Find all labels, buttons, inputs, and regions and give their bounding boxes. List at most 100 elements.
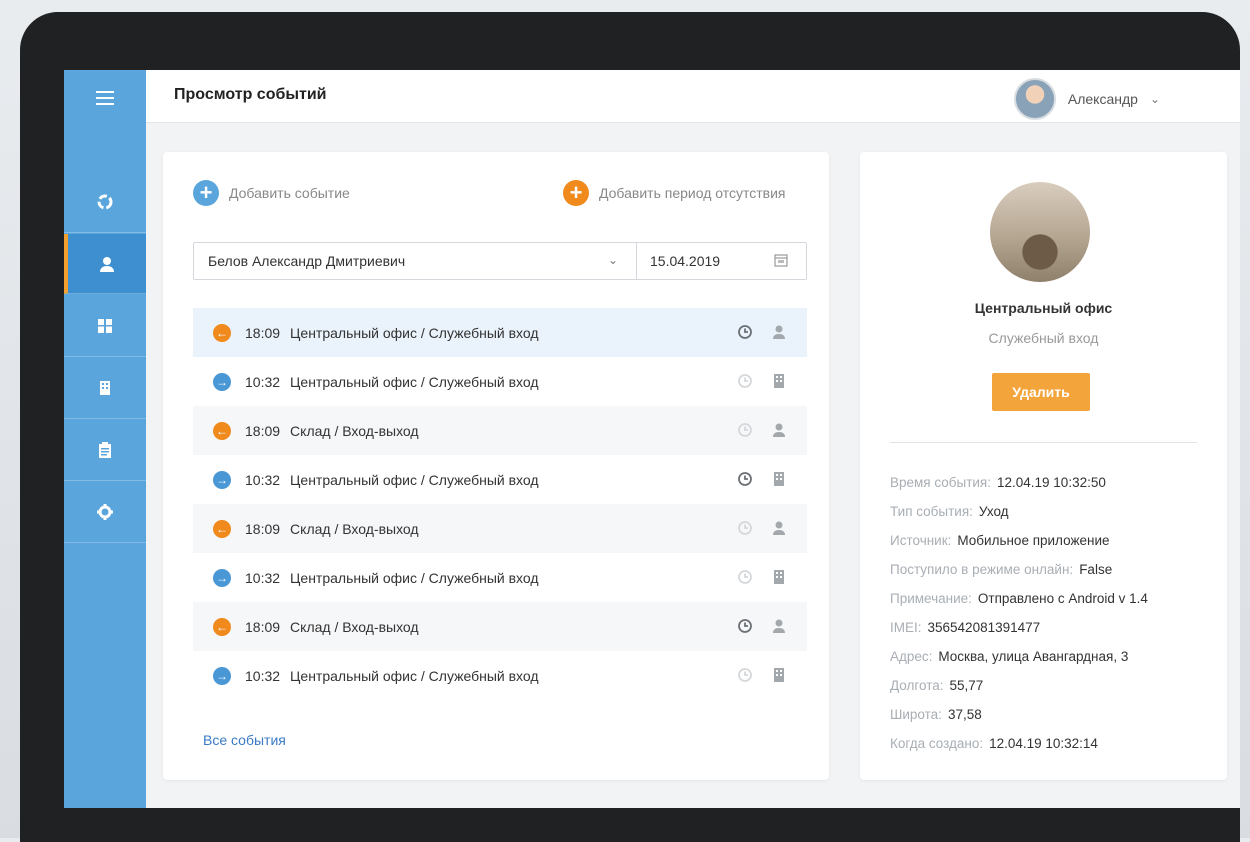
detail-value: Мобильное приложение [957, 533, 1110, 548]
date-picker[interactable]: 15.04.2019 [637, 243, 806, 279]
detail-key: Время события: [890, 475, 991, 490]
event-row[interactable]: ← 18:09 Склад / Вход-выход [193, 602, 807, 651]
chevron-down-icon: ⌄ [1149, 92, 1160, 106]
event-place: Центральный офис / Служебный вход [290, 569, 539, 586]
event-time: 18:09 [245, 618, 281, 635]
hamburger-icon [96, 91, 114, 105]
sidebar-item-users[interactable] [64, 234, 146, 294]
user-menu[interactable]: Александр ⌄ [1013, 78, 1160, 120]
detail-row: Широта: 37,58 [890, 700, 1148, 729]
arrow-right-icon: → [213, 372, 231, 391]
detail-row: Время события: 12.04.19 10:32:50 [890, 468, 1148, 497]
detail-row: Примечание: Отправлено с Android v 1.4 [890, 584, 1148, 613]
detail-value: 12.04.19 10:32:14 [989, 736, 1098, 751]
clock-icon [738, 472, 752, 486]
refresh-icon [97, 194, 113, 210]
user-name: Александр [1067, 91, 1138, 107]
clock-icon [738, 325, 752, 339]
event-row[interactable]: → 10:32 Центральный офис / Служебный вход [193, 553, 807, 602]
event-time: 18:09 [245, 422, 281, 439]
event-row[interactable]: ← 18:09 Центральный офис / Служебный вход [193, 308, 807, 357]
event-row[interactable]: → 10:32 Центральный офис / Служебный вход [193, 651, 807, 700]
arrow-left-icon: ← [213, 617, 231, 636]
detail-key: Источник: [890, 533, 952, 548]
event-place: Склад / Вход-выход [290, 618, 419, 635]
building-icon [100, 381, 110, 395]
detail-value: 12.04.19 10:32:50 [997, 475, 1106, 490]
detail-key: Когда создано: [890, 736, 984, 751]
grid-icon [98, 319, 112, 333]
event-time: 18:09 [245, 324, 281, 341]
date-value: 15.04.2019 [650, 253, 721, 269]
divider [890, 442, 1197, 443]
hamburger-menu-button[interactable] [64, 70, 146, 126]
event-time: 18:09 [245, 520, 281, 537]
detail-value: Москва, улица Авангардная, 3 [938, 649, 1129, 664]
clock-icon [738, 570, 752, 584]
filter-bar: Белов Александр Дмитриевич ⌄ 15.04.2019 [193, 242, 807, 280]
detail-key: Примечание: [890, 591, 972, 606]
event-icons [737, 618, 787, 634]
add-absence-button[interactable]: + Добавить период отсутствия [563, 180, 786, 206]
clock-icon [738, 521, 752, 535]
user-icon [773, 423, 785, 437]
sidebar-item-grid[interactable] [64, 296, 146, 357]
detail-key: Поступило в режиме онлайн: [890, 562, 1074, 577]
events-list: ← 18:09 Центральный офис / Служебный вход →… [193, 308, 807, 700]
sidebar-item-dashboard[interactable] [64, 172, 146, 233]
user-icon [773, 325, 785, 339]
detail-key: Долгота: [890, 678, 944, 693]
event-place: Склад / Вход-выход [290, 520, 419, 537]
detail-row: Поступило в режиме онлайн: False [890, 555, 1148, 584]
arrow-right-icon: → [213, 568, 231, 587]
detail-row: Тип события: Уход [890, 497, 1148, 526]
event-icons [737, 422, 787, 438]
employee-select[interactable]: Белов Александр Дмитриевич ⌄ [194, 243, 636, 279]
event-detail-card: Центральный офис Служебный вход Удалить … [860, 152, 1227, 780]
place-title: Центральный офис [974, 300, 1113, 316]
event-row[interactable]: → 10:32 Центральный офис / Служебный вход [193, 455, 807, 504]
detail-row: IMEI: 356542081391477 [890, 613, 1148, 642]
event-time: 10:32 [245, 667, 281, 684]
event-icons [737, 373, 787, 389]
app-screen: Просмотр событий Александр ⌄ + Добавить … [64, 70, 1240, 808]
add-event-button[interactable]: + Добавить событие [193, 180, 350, 206]
event-row[interactable]: ← 18:09 Склад / Вход-выход [193, 504, 807, 553]
sidebar-item-buildings[interactable] [64, 358, 146, 419]
laptop-frame: Просмотр событий Александр ⌄ + Добавить … [20, 12, 1240, 842]
sidebar-item-settings[interactable] [64, 482, 146, 543]
event-time: 10:32 [245, 471, 281, 488]
event-icons [737, 569, 787, 585]
plus-icon: + [563, 180, 589, 206]
all-events-link[interactable]: Все события [203, 732, 286, 748]
avatar [1013, 78, 1056, 120]
event-row[interactable]: ← 18:09 Склад / Вход-выход [193, 406, 807, 455]
building-icon [774, 472, 784, 486]
clock-icon [738, 619, 752, 633]
delete-button[interactable]: Удалить [992, 373, 1090, 411]
event-place: Центральный офис / Служебный вход [290, 667, 539, 684]
detail-row: Источник: Мобильное приложение [890, 526, 1148, 555]
clock-icon [738, 374, 752, 388]
event-row[interactable]: → 10:32 Центральный офис / Служебный вход [193, 357, 807, 406]
add-absence-label: Добавить период отсутствия [599, 185, 786, 201]
sidebar-item-reports[interactable] [64, 420, 146, 481]
detail-value: Уход [978, 504, 1009, 519]
building-icon [774, 570, 784, 584]
detail-key: Адрес: [890, 649, 933, 664]
event-icons [737, 324, 787, 340]
chevron-down-icon: ⌄ [608, 253, 619, 267]
arrow-left-icon: ← [213, 421, 231, 440]
detail-key: Широта: [890, 707, 942, 722]
arrow-left-icon: ← [213, 519, 231, 538]
calendar-icon [774, 254, 788, 267]
event-time: 10:32 [245, 569, 281, 586]
clock-icon [738, 423, 752, 437]
detail-row: Долгота: 55,77 [890, 671, 1148, 700]
event-icons [737, 520, 787, 536]
event-place: Центральный офис / Служебный вход [290, 324, 539, 341]
detail-value: 356542081391477 [927, 620, 1041, 635]
sidebar [64, 70, 146, 808]
event-icons [737, 667, 787, 683]
clipboard-icon [99, 442, 111, 458]
